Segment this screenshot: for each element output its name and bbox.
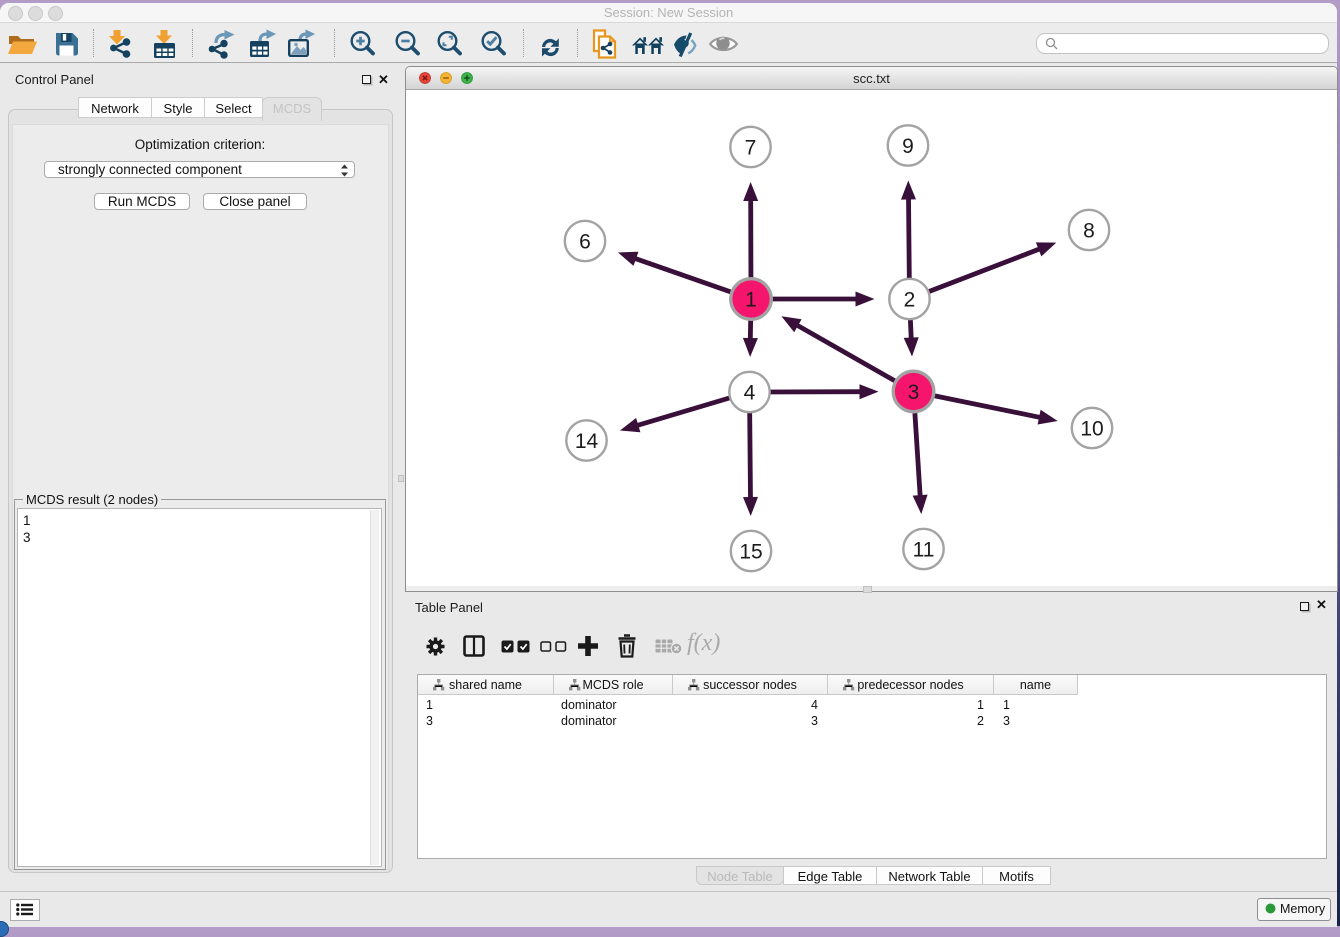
svg-text:4: 4 bbox=[744, 382, 756, 405]
svg-text:6: 6 bbox=[579, 231, 591, 254]
svg-text:7: 7 bbox=[745, 137, 757, 160]
svg-text:9: 9 bbox=[902, 135, 914, 158]
svg-text:14: 14 bbox=[575, 430, 599, 453]
svg-text:3: 3 bbox=[908, 381, 920, 404]
svg-text:15: 15 bbox=[739, 541, 762, 564]
svg-text:11: 11 bbox=[913, 539, 935, 562]
svg-text:10: 10 bbox=[1080, 418, 1103, 441]
svg-text:2: 2 bbox=[904, 289, 916, 312]
svg-text:1: 1 bbox=[745, 289, 757, 312]
svg-text:8: 8 bbox=[1083, 220, 1095, 243]
